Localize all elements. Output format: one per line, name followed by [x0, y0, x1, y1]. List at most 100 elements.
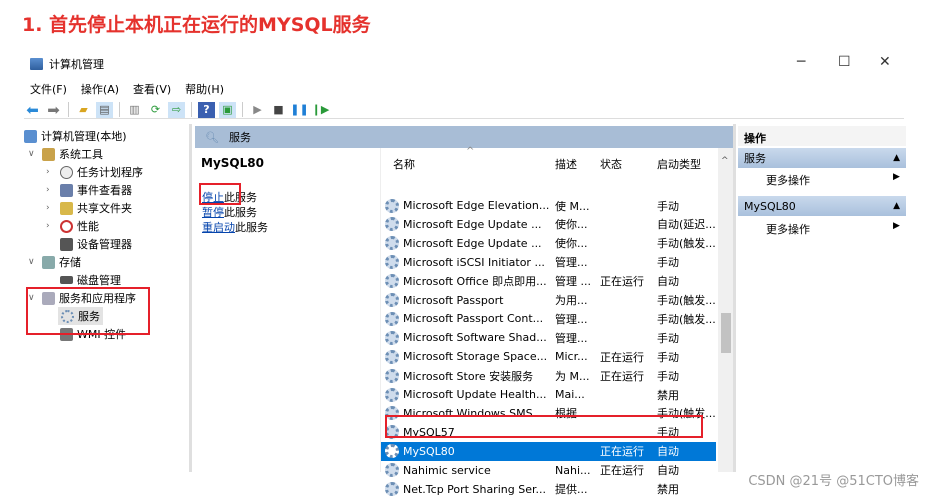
service-row[interactable]: Microsoft Software Shad... 管理... 手动: [381, 328, 716, 347]
services-pane: 🔍︎ 服务 MySQL80 停止此服务 暂停此服务 重启动此服务 ^ 名称 描述 …: [195, 124, 736, 496]
service-startup: 手动: [657, 369, 679, 383]
scroll-up-icon[interactable]: ^: [721, 156, 729, 166]
service-row[interactable]: Microsoft Store 安装服务 为 M... 正在运行 手动: [381, 366, 716, 385]
collapse-icon[interactable]: ▲: [893, 201, 900, 211]
gear-icon: [385, 198, 399, 213]
service-desc: 使你...: [555, 237, 588, 251]
gear-icon: [385, 368, 399, 383]
tree-event-viewer[interactable]: › 事件查看器: [46, 182, 132, 198]
service-row[interactable]: Microsoft Passport 为用... 手动(触发...: [381, 291, 716, 310]
chevron-down-icon[interactable]: ∨: [28, 257, 38, 267]
back-icon[interactable]: ⬅: [24, 101, 41, 119]
chevron-right-icon[interactable]: ›: [46, 185, 56, 195]
tree-shared-folders[interactable]: › 共享文件夹: [46, 200, 132, 216]
service-startup: 手动(触发...: [657, 312, 716, 326]
tools-icon: [42, 147, 55, 161]
gear-icon: [385, 482, 399, 496]
pause-service-link[interactable]: 暂停: [202, 206, 224, 219]
submenu-arrow-icon: ▶: [893, 172, 900, 182]
service-desc: 为用...: [555, 294, 588, 307]
services-header: 🔍︎ 服务: [195, 126, 733, 148]
tree-system-tools[interactable]: ∨ 系统工具: [28, 146, 103, 162]
actions-group-services[interactable]: 服务 ▲: [738, 148, 906, 168]
tree-root[interactable]: 计算机管理(本地): [24, 128, 127, 144]
service-row[interactable]: Nahimic service Nahi... 正在运行 自动: [381, 461, 716, 480]
service-row[interactable]: Microsoft Edge Update ... 使你... 手动(触发...: [381, 234, 716, 253]
close-button[interactable]: ✕: [879, 54, 891, 70]
restart-service-icon[interactable]: ❙▶: [312, 102, 330, 118]
up-folder-icon[interactable]: ▰: [75, 102, 92, 118]
maximize-button[interactable]: ☐: [838, 54, 851, 70]
collapse-icon[interactable]: ▲: [893, 153, 900, 163]
forward-icon[interactable]: ➡: [45, 101, 62, 119]
chevron-right-icon[interactable]: ›: [46, 221, 56, 231]
service-row[interactable]: Microsoft Storage Space... Micr... 正在运行 …: [381, 347, 716, 366]
gear-icon: [385, 387, 399, 402]
service-row[interactable]: Microsoft Office 即点即用... 管理 ... 正在运行 自动: [381, 272, 716, 291]
service-row[interactable]: Microsoft iSCSI Initiator ... 管理... 手动: [381, 253, 716, 272]
tree-device-manager[interactable]: 设备管理器: [60, 236, 132, 252]
service-startup: 手动: [657, 350, 679, 364]
service-row[interactable]: Microsoft Edge Update ... 使你... 自动(延迟...: [381, 215, 716, 234]
service-status: 正在运行: [600, 369, 644, 383]
menu-file[interactable]: 文件(F): [30, 81, 67, 97]
stop-service-icon[interactable]: ■: [270, 102, 287, 118]
menu-help[interactable]: 帮助(H): [185, 81, 224, 97]
col-status[interactable]: 状态: [600, 156, 622, 172]
action-pane-icon[interactable]: ▣: [219, 101, 236, 118]
service-name: Microsoft iSCSI Initiator ...: [403, 255, 545, 269]
properties-icon[interactable]: ▥: [126, 102, 143, 118]
service-row[interactable]: Net.Tcp Port Sharing Ser... 提供... 禁用: [381, 480, 716, 499]
tree-storage[interactable]: ∨ 存储: [28, 254, 81, 270]
service-row[interactable]: Microsoft Edge Elevation... 使 M... 手动: [381, 196, 716, 215]
window-title: 计算机管理: [49, 58, 104, 71]
chevron-right-icon[interactable]: ›: [46, 203, 56, 213]
more-actions-1[interactable]: 更多操作: [766, 172, 810, 188]
tree-performance[interactable]: › 性能: [46, 218, 99, 234]
help-icon[interactable]: ?: [198, 101, 215, 118]
scrollbar[interactable]: ^: [718, 148, 733, 472]
service-name: Nahimic service: [403, 463, 491, 477]
service-name: Microsoft Edge Elevation...: [403, 199, 550, 212]
computer-icon: [24, 129, 37, 143]
menu-view[interactable]: 查看(V): [133, 81, 171, 97]
search-icon: 🔍︎: [205, 130, 219, 144]
service-name: Microsoft Storage Space...: [403, 350, 548, 364]
service-row[interactable]: MySQL80 正在运行 自动: [381, 441, 716, 461]
export-icon[interactable]: ⇨: [168, 101, 185, 118]
chevron-down-icon[interactable]: ∨: [28, 149, 38, 159]
tree-task-scheduler[interactable]: › 任务计划程序: [46, 164, 143, 180]
menu-action[interactable]: 操作(A): [81, 81, 119, 97]
shared-folder-icon: [60, 201, 73, 215]
gear-icon: [385, 255, 399, 270]
chevron-right-icon[interactable]: ›: [46, 167, 56, 177]
actions-group-mysql80[interactable]: MySQL80 ▲: [738, 196, 906, 216]
restart-service-link[interactable]: 重启动: [202, 221, 235, 234]
minimize-button[interactable]: ─: [797, 54, 805, 70]
show-hide-tree-icon[interactable]: ▤: [96, 101, 113, 118]
service-row[interactable]: Microsoft Passport Cont... 管理... 手动(触发..…: [381, 309, 716, 328]
start-service-icon[interactable]: ▶: [249, 102, 266, 118]
service-desc: Micr...: [555, 350, 588, 364]
service-desc: Mai...: [555, 388, 585, 401]
refresh-icon[interactable]: ⟳: [147, 102, 164, 118]
service-name: Microsoft Software Shad...: [403, 331, 547, 345]
col-startup[interactable]: 启动类型: [657, 156, 701, 172]
scrollbar-thumb[interactable]: [721, 313, 731, 353]
event-viewer-icon: [60, 183, 73, 197]
gear-icon: [385, 274, 399, 289]
console-tree: 计算机管理(本地) ∨ 系统工具 › 任务计划程序 › 事件查看器 › 共享文件夹 › 性…: [22, 124, 192, 472]
service-desc: Nahi...: [555, 463, 591, 477]
col-name[interactable]: 名称: [393, 156, 415, 172]
service-row[interactable]: Microsoft Update Health... Mai... 禁用: [381, 385, 716, 404]
service-startup: 手动(触发...: [657, 294, 716, 307]
pause-service-icon[interactable]: ❚❚: [290, 102, 308, 118]
tree-disk-management[interactable]: 磁盘管理: [60, 272, 121, 288]
service-name: Microsoft Store 安装服务: [403, 369, 534, 383]
service-desc: 管理...: [555, 312, 588, 326]
more-actions-2[interactable]: 更多操作: [766, 221, 810, 237]
col-desc[interactable]: 描述: [555, 156, 577, 172]
column-headers: ^ 名称 描述 状态 启动类型: [381, 146, 718, 176]
service-name: Microsoft Office 即点即用...: [403, 275, 547, 289]
gear-icon: [385, 311, 399, 326]
